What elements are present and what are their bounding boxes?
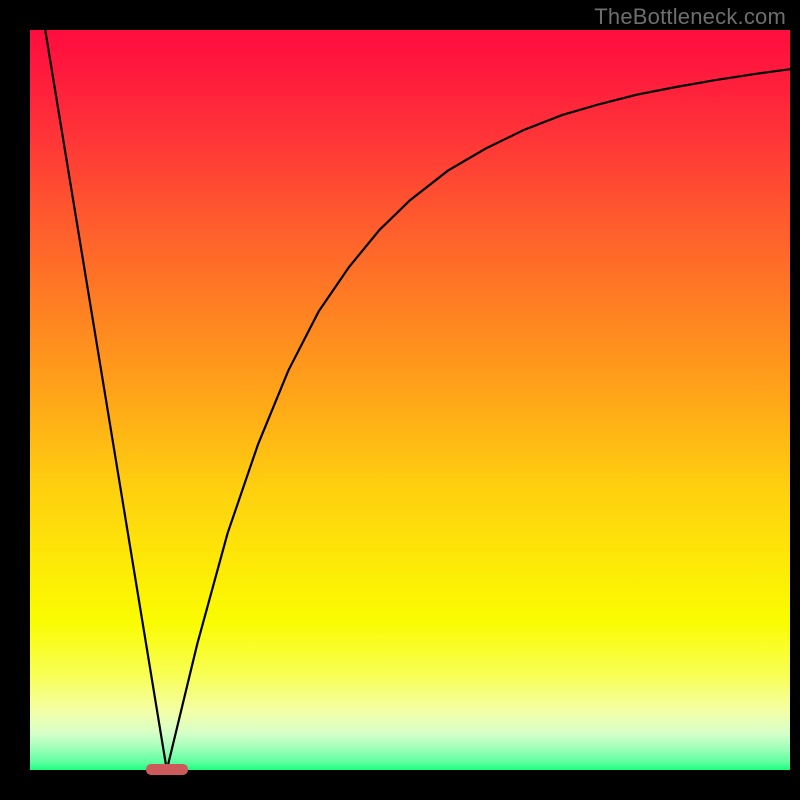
chart-frame: TheBottleneck.com	[0, 0, 800, 800]
curve-layer	[30, 30, 790, 770]
minimum-marker	[146, 764, 188, 775]
right-curve	[167, 69, 790, 770]
left-line	[45, 30, 167, 770]
plot-area	[30, 30, 790, 770]
watermark-text: TheBottleneck.com	[594, 4, 786, 30]
